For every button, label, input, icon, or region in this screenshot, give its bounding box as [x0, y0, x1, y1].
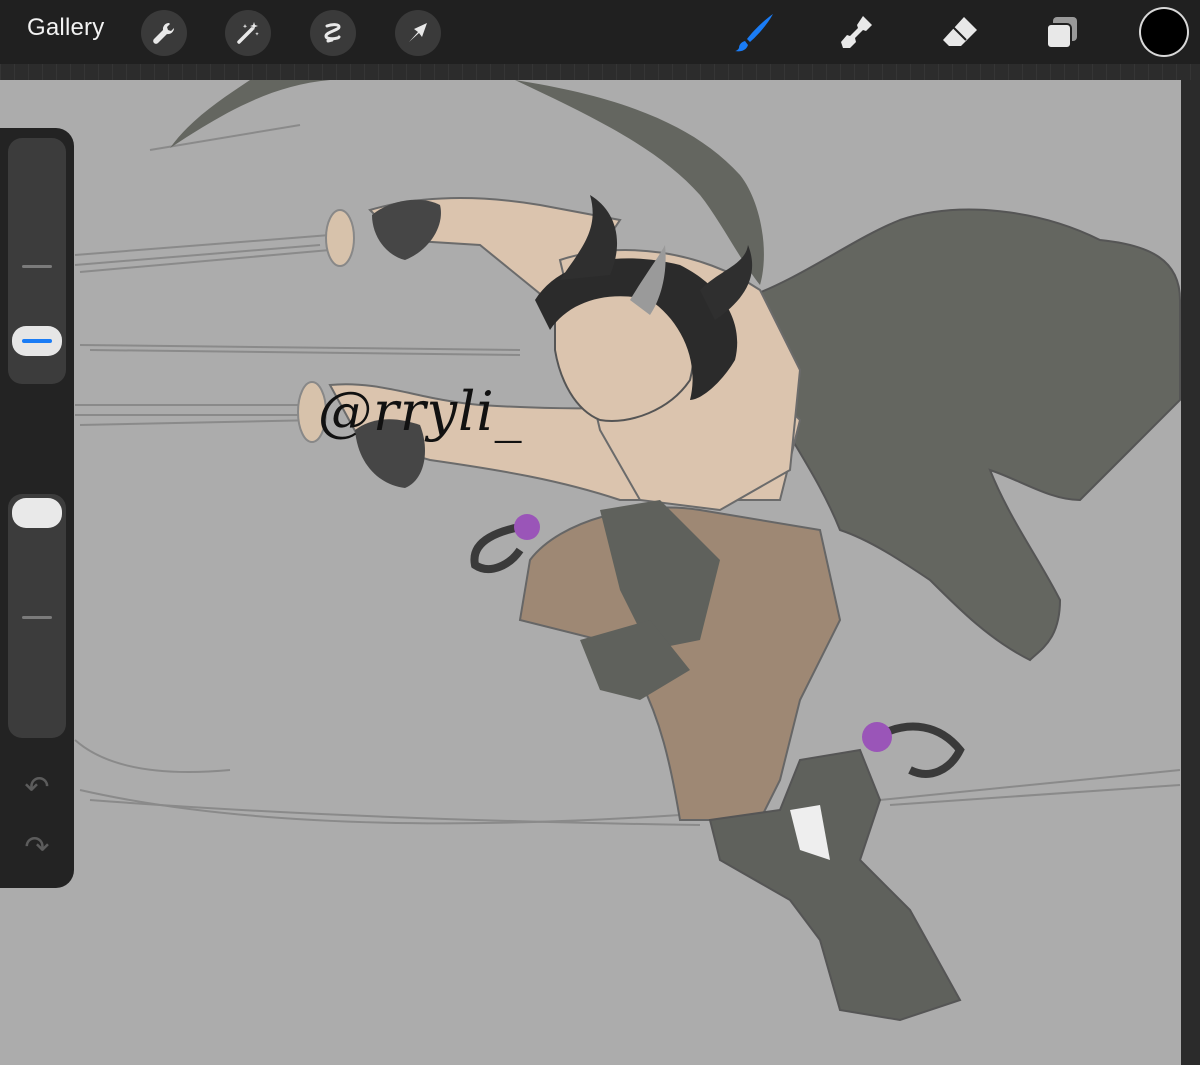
redo-icon[interactable]: ↷: [20, 831, 54, 865]
slider-tick: [22, 265, 52, 268]
brush-size-slider[interactable]: [8, 138, 66, 384]
brush-icon[interactable]: [730, 8, 780, 58]
slider-tick: [22, 616, 52, 619]
layers-icon[interactable]: [1037, 8, 1087, 58]
wrench-icon[interactable]: [141, 10, 187, 56]
top-ruler-strip: [0, 64, 1200, 80]
size-slider-handle[interactable]: [12, 326, 62, 356]
artist-signature: @rryli_: [318, 380, 523, 443]
magic-wand-icon[interactable]: [225, 10, 271, 56]
canvas-edge: [1181, 80, 1200, 1065]
opacity-slider-handle[interactable]: [12, 498, 62, 528]
eraser-icon[interactable]: [935, 8, 985, 58]
opacity-slider[interactable]: [8, 494, 66, 738]
left-sidebar: ↶ ↷: [0, 128, 74, 888]
selection-icon[interactable]: [310, 10, 356, 56]
arrow-cursor-icon[interactable]: [395, 10, 441, 56]
color-picker-button[interactable]: [1141, 9, 1187, 55]
undo-icon[interactable]: ↶: [20, 771, 54, 805]
smudge-icon[interactable]: [832, 8, 882, 58]
top-toolbar: Gallery: [0, 0, 1200, 64]
gallery-button[interactable]: Gallery: [27, 14, 104, 42]
drawing-canvas[interactable]: @rryli_: [0, 80, 1181, 1065]
artwork: [74, 80, 1181, 1022]
